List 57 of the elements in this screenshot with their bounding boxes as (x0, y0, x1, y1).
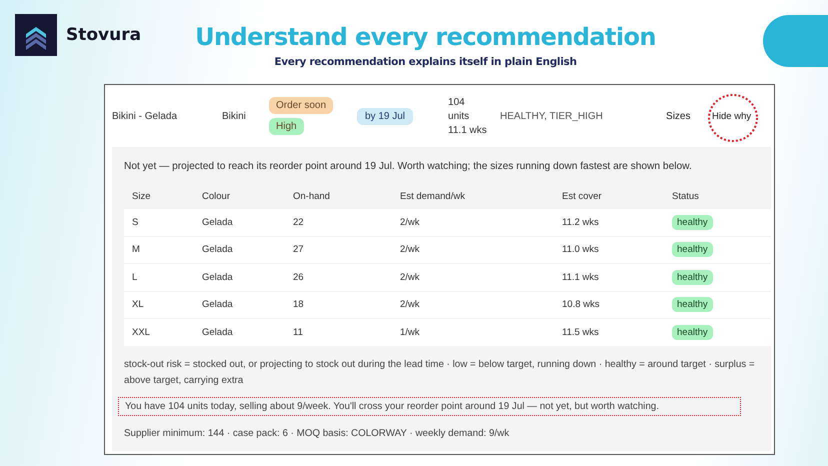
table-cell-text: 27 (293, 244, 305, 256)
table-cell-text: 22 (293, 216, 305, 228)
plain-english-text: You have 104 units today, selling about 9/week. You'll cross your reorder point around 19 Jul — not yet, but worth watching. (118, 396, 741, 416)
column-header: On-hand (293, 190, 331, 202)
status-pill: healthy (672, 297, 713, 312)
hide-why-button[interactable]: Hide why (712, 110, 752, 122)
table-cell-text: 18 (293, 299, 305, 310)
table-cell-text: 11.0 wks (562, 244, 600, 256)
sizes-link[interactable]: Sizes (666, 110, 712, 122)
table-cell-text: Gelada (202, 272, 234, 283)
table-cell-text: S (132, 216, 140, 228)
table-cell-text: 2/wk (400, 272, 421, 283)
table-cell-text: 11 (293, 326, 304, 338)
accent-shape (763, 15, 828, 67)
table-cell-text: 1/wk (400, 326, 421, 338)
flags-text: HEALTHY, TIER_HIGH (500, 110, 604, 122)
supplier-text: Supplier minimum: 144 · case pack: 6 · MOQ basis: COLORWAY · weekly demand: 9/wk (124, 428, 510, 438)
column-header: Est cover (562, 190, 603, 202)
units-text: units (448, 110, 470, 122)
item-name: Bikini - Gelada (112, 110, 178, 122)
column-header: Est demand/wk (400, 190, 466, 202)
table-cell-text: XL (132, 299, 145, 310)
highlight-circle (707, 92, 760, 142)
table-cell-text: 2/wk (400, 299, 421, 310)
status-pill: healthy (672, 242, 713, 258)
table-cell-text: Gelada (202, 244, 234, 256)
table-cell-text: XXL (132, 326, 151, 338)
table-cell-text: 11.2 wks (562, 216, 600, 228)
table-cell-text: Gelada (202, 216, 234, 228)
column-header: Size (132, 190, 152, 202)
subheadline: Every recommendation explains itself in plain English (274, 56, 577, 68)
units-text: 104 (448, 96, 466, 108)
status-pill: healthy (672, 324, 713, 340)
table-cell-text: 11.1 wks (562, 272, 600, 283)
summary-text: Not yet — projected to reach its reorder point around 19 Jul. Worth watching; the sizes running down fastest are shown below. (124, 161, 693, 172)
status-pill: healthy (672, 214, 713, 230)
legend-text: stock-out risk = stocked out, or projecting to stock out during the lead time · low = below target, running down · healthy = around target · surplus = above target, carrying extra (124, 358, 756, 388)
column-header: Colour (202, 190, 231, 202)
table-cell-text: 2/wk (400, 244, 421, 256)
logo-icon (15, 14, 57, 56)
status-badge: High (269, 118, 304, 135)
table-cell-text: 11.5 wks (562, 326, 600, 338)
status-badge: Order soon (269, 97, 334, 114)
table-cell-text: L (132, 272, 138, 283)
column-header: Status (672, 190, 700, 202)
table-cell-text: 26 (293, 272, 305, 283)
table-cell-text: 2/wk (400, 216, 421, 228)
table-cell-text: M (132, 244, 141, 256)
units-text: 11.1 wks (448, 124, 488, 136)
headline: Understand every recommendation (195, 22, 656, 53)
item-category: Bikini (222, 110, 247, 122)
table-cell-text: Gelada (202, 299, 234, 310)
table-cell-text: Gelada (202, 326, 234, 338)
table-cell-text: 10.8 wks (562, 299, 600, 310)
date-badge: by 19 Jul (357, 108, 414, 124)
brand-name: Stovura (66, 25, 142, 45)
status-pill: healthy (672, 270, 713, 285)
